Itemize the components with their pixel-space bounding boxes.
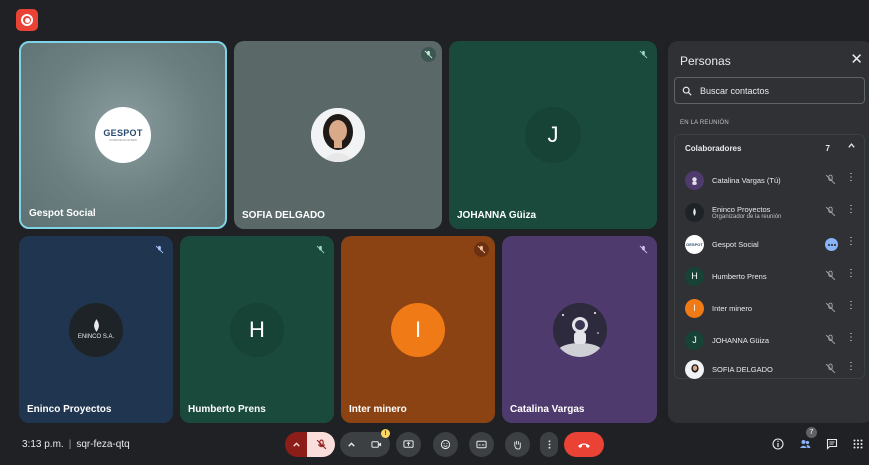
collaborators-group: Colaboradores 7 Catalina Vargas (Tú) ⋮ E… (674, 134, 865, 379)
list-item[interactable]: Catalina Vargas (Tú) ⋮ (685, 168, 860, 192)
tile-name: SOFIA DELGADO (242, 210, 325, 221)
apps-button[interactable] (850, 436, 866, 452)
eninco-logo: ENINCO S.A. (69, 302, 123, 357)
more-icon[interactable]: ⋮ (846, 301, 856, 311)
avatar: GESPOT (685, 234, 704, 254)
section-label: EN LA REUNIÓN (680, 120, 729, 126)
mic-off-icon (313, 242, 328, 257)
avatar: J (525, 107, 581, 163)
info-button[interactable] (770, 436, 786, 452)
avatar: H (685, 266, 704, 286)
camera-icon (370, 441, 381, 448)
mic-button[interactable] (307, 432, 335, 457)
tile-name: Catalina Vargas (510, 404, 585, 415)
more-icon[interactable]: ⋮ (846, 362, 856, 372)
tile-sofia[interactable]: SOFIA DELGADO (234, 41, 442, 229)
meeting-time: 3:13 p.m. (22, 439, 64, 450)
avatar: J (685, 330, 704, 350)
more-icon[interactable]: ⋮ (846, 173, 856, 183)
group-title: Colaboradores (685, 144, 742, 153)
more-icon[interactable]: ⋮ (846, 205, 856, 215)
people-icon (800, 440, 811, 448)
more-icon[interactable]: ⋮ (846, 333, 856, 343)
list-item[interactable]: J JOHANNA Güiza ⋮ (685, 328, 860, 352)
mic-off-icon (316, 439, 326, 450)
search-icon (682, 86, 692, 96)
camera-options-button[interactable] (340, 432, 362, 457)
mic-options-button[interactable] (285, 432, 307, 457)
tile-catalina[interactable]: Catalina Vargas (502, 236, 657, 423)
hand-icon (514, 440, 521, 450)
end-call-button[interactable] (564, 432, 604, 457)
list-item[interactable]: H Humberto Prens ⋮ (685, 264, 860, 288)
mic-off-icon[interactable] (825, 334, 836, 345)
tile-inter[interactable]: I Inter minero (341, 236, 495, 423)
warning-badge: ! (381, 429, 390, 438)
more-icon[interactable]: ⋮ (846, 269, 856, 279)
speaking-indicator-icon (825, 238, 838, 251)
participants-count-badge: 7 (806, 427, 817, 438)
tile-gespot[interactable]: GESPOT COMUNICACIONES Gespot Social (19, 41, 227, 229)
avatar (685, 202, 704, 222)
tile-name: Humberto Prens (188, 404, 266, 415)
more-icon (548, 440, 550, 449)
mic-off-icon (636, 242, 651, 257)
more-options-button[interactable] (540, 432, 558, 457)
avatar: H (230, 302, 284, 357)
avatar (685, 170, 704, 190)
emoji-button[interactable] (433, 432, 458, 457)
mic-off-icon[interactable] (825, 270, 836, 281)
raise-hand-button[interactable] (505, 432, 530, 457)
apps-icon (853, 439, 863, 449)
chat-icon (826, 438, 838, 450)
mic-off-icon (152, 242, 167, 257)
mic-off-icon (421, 47, 436, 62)
end-call-icon (578, 443, 590, 448)
avatar (311, 108, 365, 162)
avatar (552, 302, 607, 357)
chevron-up-icon[interactable] (847, 141, 856, 152)
people-panel: Personas ✕ Buscar contactos EN LA REUNIÓ… (668, 41, 869, 423)
list-item[interactable]: Eninco Proyectos Organizador de la reuni… (685, 200, 860, 224)
mic-off-icon (636, 47, 651, 62)
avatar: I (685, 298, 704, 318)
tile-name: Inter minero (349, 404, 407, 415)
mic-off-icon[interactable] (825, 302, 836, 313)
captions-button[interactable] (469, 432, 494, 457)
tile-name: Gespot Social (29, 208, 96, 219)
search-input[interactable]: Buscar contactos (674, 77, 865, 104)
info-icon (772, 438, 784, 450)
mic-off-icon[interactable] (825, 206, 836, 217)
tile-eninco[interactable]: ENINCO S.A. Eninco Proyectos (19, 236, 173, 423)
avatar (685, 359, 704, 379)
meeting-info: 3:13 p.m. | sqr-feza-qtq (22, 439, 130, 450)
tile-humberto[interactable]: H Humberto Prens (180, 236, 334, 423)
close-icon[interactable]: ✕ (850, 50, 863, 68)
captions-icon (476, 440, 487, 449)
chat-button[interactable] (824, 436, 840, 452)
mic-off-icon[interactable] (825, 363, 836, 374)
list-item[interactable]: GESPOT Gespot Social ⋮ (685, 232, 860, 256)
gespot-logo: GESPOT COMUNICACIONES (95, 107, 151, 163)
more-icon[interactable]: ⋮ (846, 237, 856, 247)
group-count: 7 (825, 144, 830, 153)
search-placeholder: Buscar contactos (700, 85, 770, 96)
record-icon[interactable] (16, 9, 38, 31)
mic-off-icon (474, 242, 489, 257)
meeting-code: sqr-feza-qtq (76, 439, 130, 450)
emoji-icon (440, 439, 451, 450)
tile-name: JOHANNA Güiza (457, 210, 537, 221)
present-icon (403, 440, 414, 448)
list-item[interactable]: SOFIA DELGADO ⋮ (685, 357, 860, 381)
tile-name: Eninco Proyectos (27, 404, 112, 415)
present-button[interactable] (396, 432, 421, 457)
list-item[interactable]: I Inter minero ⋮ (685, 296, 860, 320)
mic-off-icon[interactable] (825, 174, 836, 185)
tile-johanna[interactable]: J JOHANNA Güiza (449, 41, 657, 229)
people-button[interactable] (797, 436, 813, 452)
panel-title: Personas (680, 54, 731, 68)
avatar: I (391, 302, 445, 357)
